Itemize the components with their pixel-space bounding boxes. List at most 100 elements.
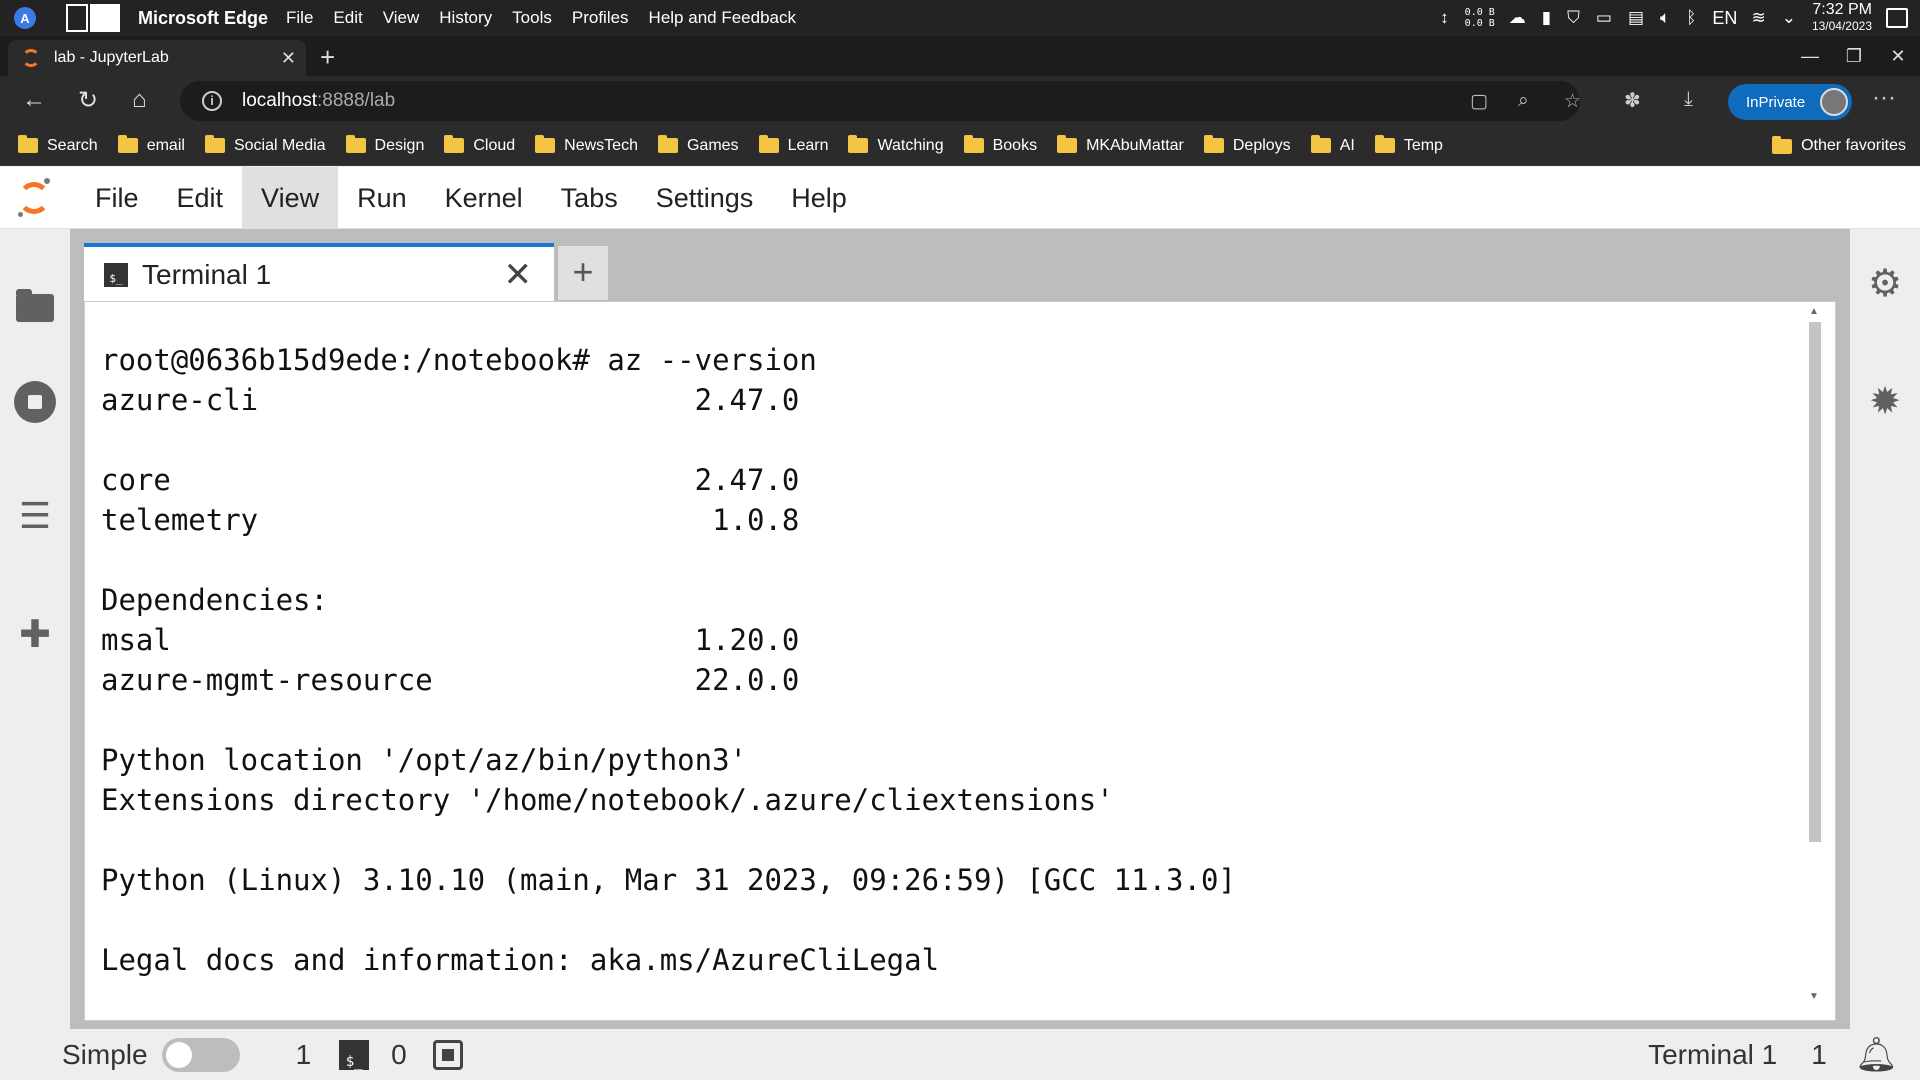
add-favorite-icon[interactable]: ☆ bbox=[1564, 90, 1581, 113]
refresh-icon[interactable]: ↻ bbox=[78, 86, 98, 115]
favorite-folder-games[interactable]: Games bbox=[657, 135, 739, 155]
favorite-folder-email[interactable]: email bbox=[117, 135, 185, 155]
terminal-line: msal 1.20.0 bbox=[101, 623, 800, 657]
favorite-folder-social-media[interactable]: Social Media bbox=[204, 135, 326, 155]
property-inspector-gears-icon[interactable]: ⚙ bbox=[1864, 261, 1906, 306]
app-menu-history[interactable]: History bbox=[439, 8, 492, 28]
folder-icon bbox=[1374, 135, 1395, 153]
volume-icon[interactable]: 🔈︎ bbox=[1660, 8, 1670, 28]
close-icon[interactable]: ✕ bbox=[504, 255, 533, 295]
app-menu-file[interactable]: File bbox=[286, 8, 313, 28]
terminal-count[interactable]: 1 bbox=[296, 1039, 312, 1071]
close-window-button[interactable]: ✕ bbox=[1876, 46, 1920, 67]
favorite-folder-design[interactable]: Design bbox=[345, 135, 424, 155]
extension-manager-puzzle-icon[interactable]: ✚ bbox=[14, 613, 56, 656]
favorite-folder-newstech[interactable]: NewsTech bbox=[535, 135, 638, 155]
active-app-name: Microsoft Edge bbox=[138, 7, 269, 28]
scrollbar[interactable]: ▲ ▼ bbox=[1807, 306, 1821, 1002]
clipboard-icon[interactable]: ▤ bbox=[1628, 8, 1644, 28]
folder-icon bbox=[1772, 135, 1793, 154]
app-menu-edit[interactable]: Edit bbox=[333, 8, 362, 28]
favorite-folder-cloud[interactable]: Cloud bbox=[444, 135, 515, 155]
app-menu-profiles[interactable]: Profiles bbox=[572, 8, 629, 28]
zoom-icon[interactable]: ⌕ bbox=[1518, 90, 1529, 112]
favorite-folder-learn[interactable]: Learn bbox=[758, 135, 828, 155]
terminal-line: azure-mgmt-resource 22.0.0 bbox=[101, 663, 800, 697]
favorite-folder-mkabumattar[interactable]: MKAbuMattar bbox=[1057, 135, 1184, 155]
favorite-folder-search[interactable]: Search bbox=[18, 135, 98, 155]
chevron-down-icon[interactable]: ⌄ bbox=[1782, 8, 1796, 28]
more-options-icon[interactable]: ··· bbox=[1872, 84, 1896, 112]
app-menu-help[interactable]: Help and Feedback bbox=[649, 8, 796, 28]
other-favorites[interactable]: Other favorites bbox=[1772, 126, 1906, 166]
favorite-folder-watching[interactable]: Watching bbox=[848, 135, 944, 155]
scroll-down-arrow-icon[interactable]: ▼ bbox=[1809, 991, 1819, 1002]
clock[interactable]: 7:32 PM 13/04/2023 bbox=[1812, 2, 1872, 34]
jupyter-menu-view[interactable]: View bbox=[242, 166, 339, 229]
minimize-button[interactable]: — bbox=[1788, 46, 1832, 67]
jupyter-menu-help[interactable]: Help bbox=[772, 167, 866, 229]
terminal-line: azure-cli 2.47.0 bbox=[101, 383, 800, 417]
app-menu-tools[interactable]: Tools bbox=[512, 8, 552, 28]
site-info-icon[interactable]: i bbox=[202, 91, 222, 111]
jupyter-menu-file[interactable]: File bbox=[76, 167, 158, 229]
kernel-count[interactable]: 0 bbox=[391, 1039, 407, 1071]
jupyter-menu-edit[interactable]: Edit bbox=[158, 167, 243, 229]
keyboard-language[interactable]: EN bbox=[1712, 8, 1737, 29]
favorite-folder-ai[interactable]: AI bbox=[1310, 135, 1355, 155]
notification-center-icon[interactable] bbox=[1886, 8, 1908, 28]
jupyter-menu-run[interactable]: Run bbox=[338, 167, 426, 229]
bluetooth-icon[interactable]: ᛒ bbox=[1686, 8, 1696, 28]
folder-icon bbox=[535, 135, 556, 153]
browser-tab[interactable]: lab - JupyterLab ✕ bbox=[8, 40, 306, 76]
terminal-line: Legal docs and information: aka.ms/Azure… bbox=[101, 943, 940, 977]
bell-icon[interactable]: 🔔︎ bbox=[1855, 1035, 1898, 1075]
jupyter-menu-settings[interactable]: Settings bbox=[637, 167, 773, 229]
terminal-icon: $_ bbox=[104, 263, 128, 287]
avatar bbox=[1820, 88, 1848, 116]
folder-icon bbox=[117, 135, 138, 153]
extensions-icon[interactable]: ✽ bbox=[1624, 88, 1641, 113]
wifi-icon[interactable]: ≋ bbox=[1751, 8, 1765, 28]
new-launcher-button[interactable]: + bbox=[557, 245, 609, 301]
simple-mode-toggle[interactable] bbox=[161, 1037, 240, 1072]
terminal-line: Python (Linux) 3.10.10 (main, Mar 31 202… bbox=[101, 863, 1236, 897]
shield-icon[interactable]: ⛉ bbox=[1567, 8, 1580, 28]
home-icon[interactable]: ⌂ bbox=[132, 86, 147, 114]
document-icon[interactable]: ▮ bbox=[1542, 8, 1551, 28]
back-icon[interactable]: ← bbox=[22, 86, 46, 114]
scrollbar-thumb[interactable] bbox=[1809, 322, 1821, 842]
file-browser-folder-icon[interactable] bbox=[14, 287, 56, 329]
scroll-up-arrow-icon[interactable]: ▲ bbox=[1809, 306, 1819, 317]
close-tab-icon[interactable]: ✕ bbox=[281, 48, 296, 69]
debugger-bug-icon[interactable]: ✹ bbox=[1864, 379, 1906, 424]
folder-icon bbox=[758, 135, 779, 153]
jupyterlab-menubar: File Edit View Run Kernel Tabs Settings … bbox=[0, 166, 1920, 229]
new-tab-button[interactable]: + bbox=[320, 42, 335, 73]
tab-terminal-1[interactable]: $_ Terminal 1 ✕ bbox=[84, 243, 554, 303]
running-sessions-stop-icon[interactable] bbox=[14, 381, 56, 423]
address-bar[interactable]: i localhost:8888/lab ▢ ⌕ ☆ bbox=[180, 81, 1581, 121]
terminal-panel[interactable]: root@0636b15d9ede:/notebook# az --versio… bbox=[84, 301, 1836, 1021]
restore-button[interactable]: ❐ bbox=[1832, 46, 1876, 67]
read-aloud-icon[interactable]: ▢ bbox=[1470, 90, 1488, 113]
system-launcher-icon[interactable]: A bbox=[14, 7, 36, 29]
favorite-folder-deploys[interactable]: Deploys bbox=[1203, 135, 1291, 155]
window-switcher-icon[interactable] bbox=[66, 4, 120, 32]
network-speed: 0.0 B 0.0 B bbox=[1464, 7, 1495, 29]
terminal-tray-icon[interactable]: ▭ bbox=[1596, 8, 1612, 28]
transfer-arrows-icon: ↕ bbox=[1440, 8, 1449, 27]
terminal-output[interactable]: root@0636b15d9ede:/notebook# az --versio… bbox=[101, 340, 1801, 1010]
table-of-contents-list-icon[interactable]: ☰ bbox=[14, 495, 56, 537]
jupyter-menu-tabs[interactable]: Tabs bbox=[542, 167, 637, 229]
app-menu-view[interactable]: View bbox=[383, 8, 420, 28]
cloud-icon[interactable]: ☁ bbox=[1509, 8, 1526, 28]
jupyter-menu-kernel[interactable]: Kernel bbox=[426, 167, 542, 229]
favorite-folder-temp[interactable]: Temp bbox=[1374, 135, 1443, 155]
inprivate-button[interactable]: InPrivate bbox=[1728, 84, 1852, 120]
downloads-icon[interactable]: ⤓ bbox=[1684, 88, 1693, 111]
favorite-folder-books[interactable]: Books bbox=[963, 135, 1037, 155]
url-text[interactable]: localhost:8888/lab bbox=[242, 90, 395, 112]
